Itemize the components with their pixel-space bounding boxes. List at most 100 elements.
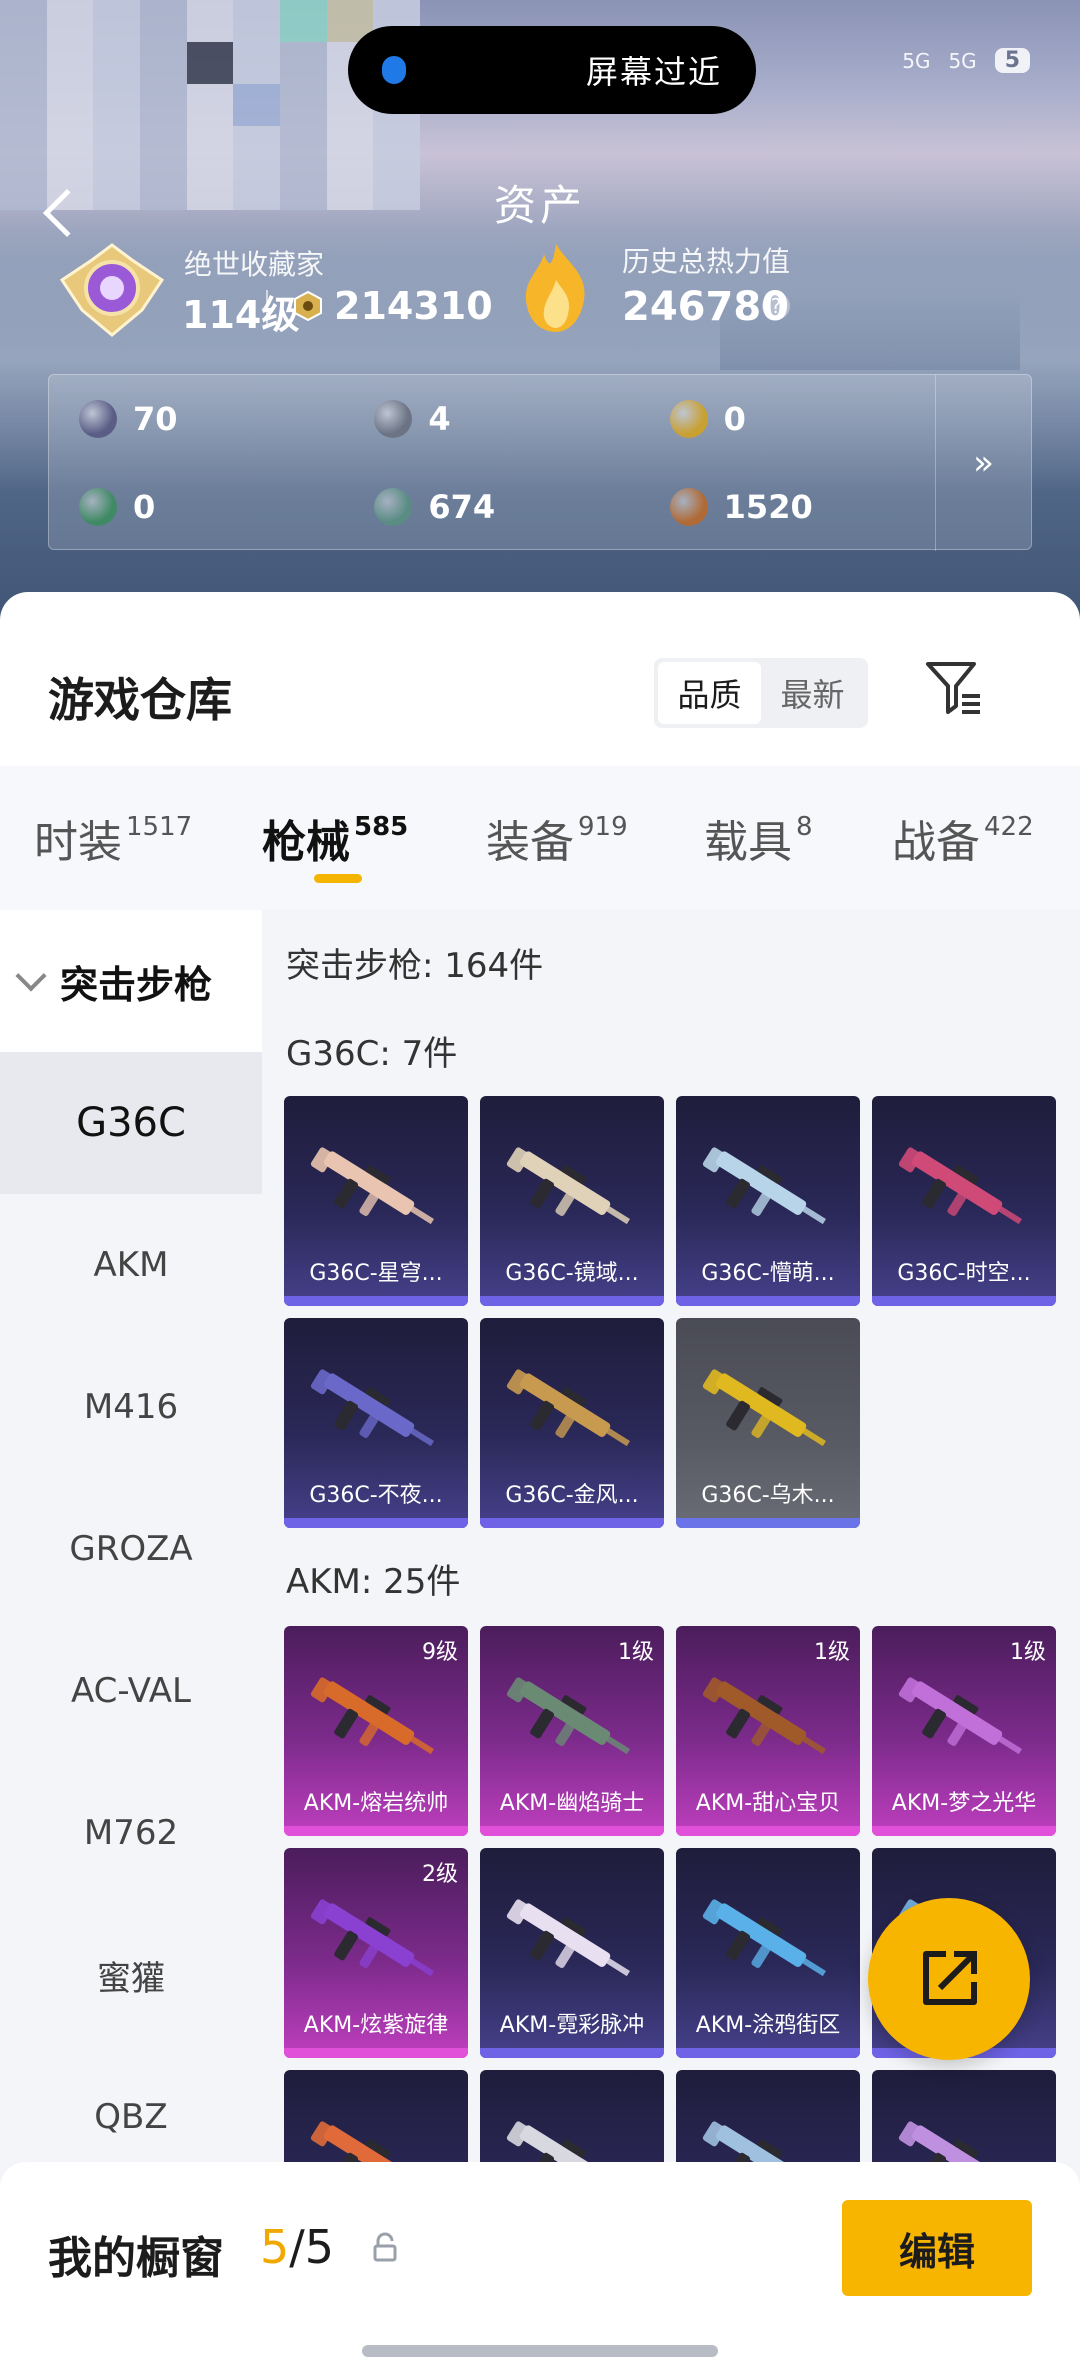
sidebar-item-m416[interactable]: M416 <box>0 1336 262 1478</box>
weapon-card[interactable]: AKM-幽焰骑士 1级 <box>480 1626 664 1836</box>
weapon-category-sidebar: 突击步枪 G36C AKM M416 GROZA AC-VAL M762 蜜獾 … <box>0 910 262 2377</box>
upgrade-level: 9级 <box>422 1640 458 1665</box>
asset-more-button[interactable]: » <box>935 375 1031 551</box>
tab-weapons[interactable]: 枪械 585 <box>262 806 408 870</box>
sidebar-item-g36c[interactable]: G36C <box>0 1052 262 1194</box>
weapon-card[interactable]: G36C-不夜... <box>284 1318 468 1528</box>
weapon-name: AKM-霓彩脉冲 <box>499 2013 645 2038</box>
sidebar-item-m762[interactable]: M762 <box>0 1762 262 1904</box>
divider <box>266 290 268 324</box>
showcase-label: 我的橱窗 <box>48 2233 224 2284</box>
weapon-card[interactable]: AKM-甜心宝贝 1级 <box>676 1626 860 1836</box>
category-summary: 突击步枪: 164件 <box>286 946 544 986</box>
category-group-assault-rifle[interactable]: 突击步枪 <box>0 910 262 1052</box>
tab-fashion[interactable]: 时装 1517 <box>34 806 192 870</box>
heat-label: 历史总热力值 <box>622 245 791 278</box>
sidebar-item-groza[interactable]: GROZA <box>0 1478 262 1620</box>
asset-value: 70 <box>133 400 178 438</box>
weapon-card[interactable]: G36C-金风... <box>480 1318 664 1528</box>
weapon-card[interactable]: G36C-时空... <box>872 1096 1056 1306</box>
showcase-bar: 我的橱窗 5/5 编辑 <box>0 2162 1080 2377</box>
weapon-name: AKM-炫紫旋律 <box>303 2013 449 2038</box>
heat-flame-icon <box>525 244 585 332</box>
upgrade-level: 1级 <box>1010 1640 1046 1665</box>
page-title: 资产 <box>493 181 586 230</box>
weapon-name: G36C-镜域... <box>505 1261 639 1286</box>
home-indicator[interactable] <box>362 2345 718 2357</box>
weapon-name: G36C-星穹... <box>309 1261 443 1286</box>
weapon-card[interactable]: AKM-霓彩脉冲 <box>480 1848 664 2058</box>
weapon-name: AKM-熔岩统帅 <box>303 1791 449 1816</box>
edit-button[interactable]: 编辑 <box>842 2200 1032 2296</box>
section-label-g36c: G36C: 7件 <box>286 1034 458 1074</box>
collector-rank-badge-icon <box>59 243 165 337</box>
tab-vehicles[interactable]: 载具 8 <box>704 806 813 870</box>
notch-text: 屏幕过近 <box>585 53 722 91</box>
weapon-name: G36C-时空... <box>897 1261 1031 1286</box>
rarity-bar <box>676 1296 860 1306</box>
rarity-bar <box>872 1296 1056 1306</box>
warehouse-title: 游戏仓库 <box>48 673 232 727</box>
weapon-skin-icon <box>506 1147 630 1225</box>
weapon-card[interactable]: AKM-熔岩统帅 9级 <box>284 1626 468 1836</box>
weapon-name: AKM-甜心宝贝 <box>695 1791 841 1816</box>
weapon-skin-icon <box>506 1677 630 1755</box>
collection-coin-icon <box>294 290 322 322</box>
rarity-bar <box>284 1518 468 1528</box>
rarity-bar <box>676 1518 860 1528</box>
help-icon[interactable]: ? <box>762 292 790 320</box>
sort-toggle: 品质 最新 <box>654 658 868 728</box>
rarity-bar <box>480 2048 664 2058</box>
rank-level: 114级 <box>182 293 300 337</box>
rarity-bar <box>480 1826 664 1836</box>
teal-orb-icon <box>374 488 413 526</box>
signal-icon: 5G <box>902 48 931 73</box>
sidebar-item-ac-val[interactable]: AC-VAL <box>0 1620 262 1762</box>
rank-title: 绝世收藏家 <box>184 248 325 281</box>
tab-supplies[interactable]: 战备 422 <box>892 806 1034 870</box>
sort-latest-button[interactable]: 最新 <box>761 662 864 724</box>
sort-quality-button[interactable]: 品质 <box>658 662 761 724</box>
rarity-bar <box>480 1296 664 1306</box>
tab-equipment[interactable]: 装备 919 <box>486 806 628 870</box>
share-button[interactable] <box>868 1898 1030 2060</box>
badge-round-icon <box>374 400 413 438</box>
weapon-skin-icon <box>506 1899 630 1977</box>
weapon-name: G36C-懵萌... <box>701 1261 835 1286</box>
weapon-card[interactable]: G36C-星穹... <box>284 1096 468 1306</box>
battery-icon: 5 <box>994 48 1030 73</box>
weapon-skin-icon <box>310 1899 434 1977</box>
dynamic-island: 屏幕过近 <box>348 26 756 114</box>
sidebar-item-akm[interactable]: AKM <box>0 1194 262 1336</box>
weapon-skin-icon <box>898 1147 1022 1225</box>
weapon-card[interactable]: G36C-乌木... <box>676 1318 860 1528</box>
filter-icon[interactable] <box>924 658 984 718</box>
weapon-card[interactable]: AKM-炫紫旋律 2级 <box>284 1848 468 2058</box>
weapon-card[interactable]: AKM-涂鸦街区 <box>676 1848 860 2058</box>
weapon-card[interactable]: G36C-懵萌... <box>676 1096 860 1306</box>
asset-item: 0 <box>640 375 935 463</box>
signal-icon: 5G <box>948 48 977 73</box>
weapon-name: G36C-不夜... <box>309 1483 443 1508</box>
gold-token-icon <box>669 400 708 438</box>
weapon-skin-icon <box>310 1677 434 1755</box>
weapon-card[interactable]: G36C-镜域... <box>480 1096 664 1306</box>
lock-icon <box>373 2232 397 2262</box>
asset-item: 674 <box>344 463 639 551</box>
asset-item: 1520 <box>640 463 935 551</box>
asset-item: 4 <box>344 375 639 463</box>
showcase-count: 5/5 <box>260 2220 335 2274</box>
weapon-skin-icon <box>702 1369 826 1447</box>
active-tab-indicator <box>314 874 362 883</box>
asset-grid: 70 4 0 0 674 1520 <box>49 375 935 551</box>
sidebar-item-honey-badger[interactable]: 蜜獾 <box>0 1904 262 2046</box>
asset-value: 0 <box>723 400 746 438</box>
weapon-skin-icon <box>506 1369 630 1447</box>
asset-item: 0 <box>49 463 344 551</box>
weapon-card[interactable]: AKM-梦之光华 1级 <box>872 1626 1056 1836</box>
weapon-skin-icon <box>702 1147 826 1225</box>
section-label-akm: AKM: 25件 <box>286 1562 461 1602</box>
asset-value: 674 <box>428 488 496 526</box>
weapon-skin-icon <box>898 1677 1022 1755</box>
bronze-coin-icon <box>669 488 708 526</box>
